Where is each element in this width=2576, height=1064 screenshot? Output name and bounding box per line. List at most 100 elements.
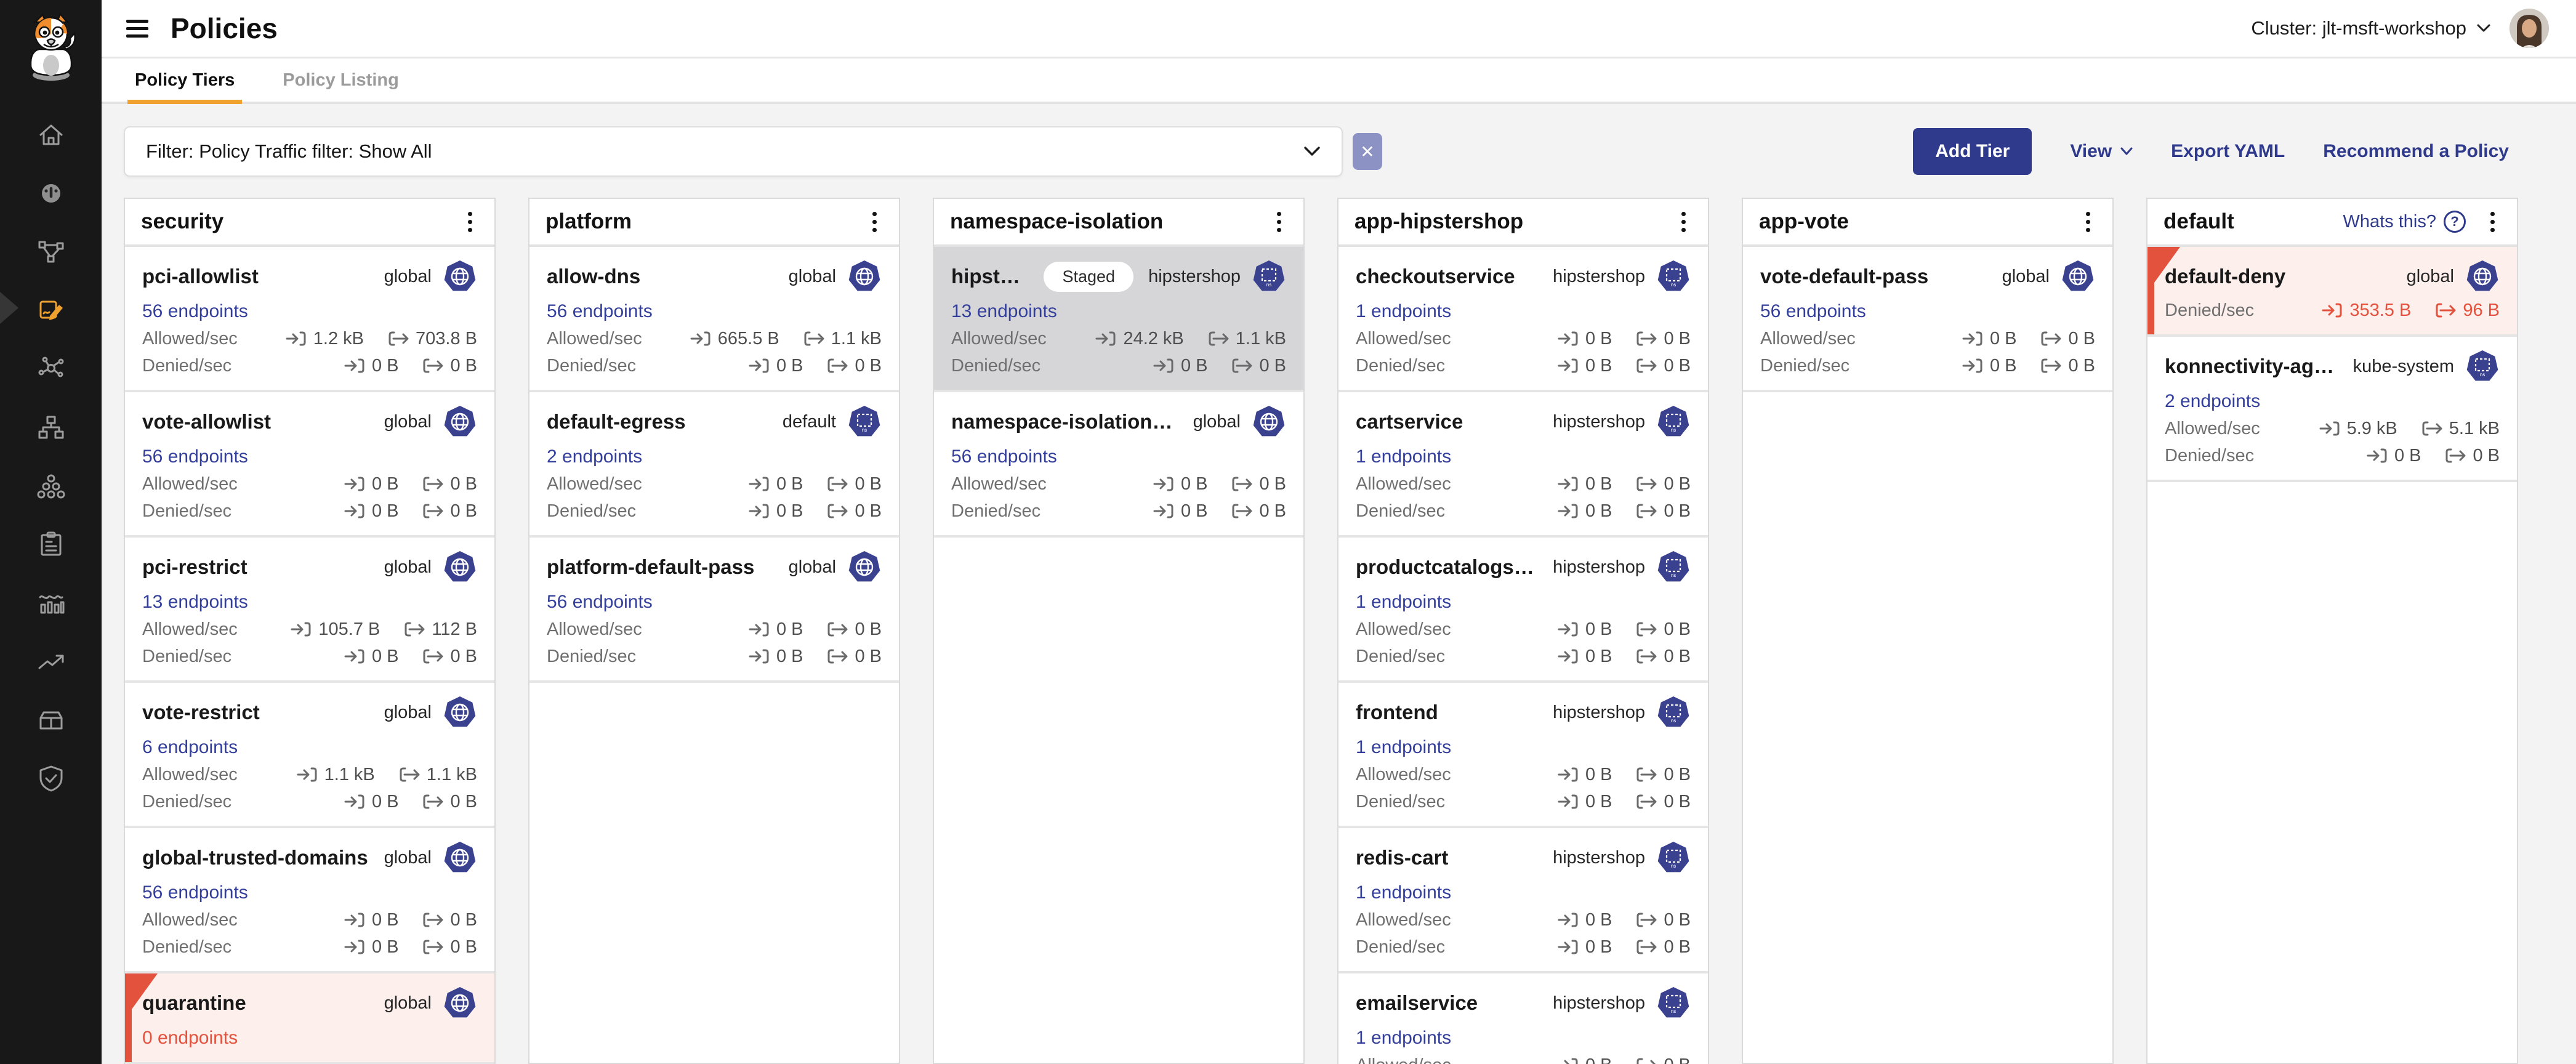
policy-card[interactable]: vote-allowlist global 56 endpoints Allow…	[125, 392, 494, 538]
egress-arrow-icon	[1635, 475, 1657, 493]
policy-card[interactable]: emailservice hipstershop ns 1 endpoints …	[1338, 973, 1708, 1064]
add-tier-button[interactable]: Add Tier	[1913, 128, 2032, 175]
endpoints-link[interactable]: 56 endpoints	[547, 592, 653, 613]
traffic-metric-row: Denied/sec 0 B 0 B	[142, 791, 477, 812]
endpoints-link[interactable]: 1 endpoints	[1356, 882, 1451, 903]
egress-value: 0 B	[2068, 329, 2095, 349]
user-avatar[interactable]	[2510, 9, 2549, 48]
policy-card[interactable]: cartservice hipstershop ns 1 endpoints A…	[1338, 392, 1708, 538]
sidebar-item-home[interactable]	[0, 105, 102, 164]
sidebar-item-packet-capture[interactable]	[0, 690, 102, 749]
sidebar-item-threat-defense[interactable]	[0, 749, 102, 807]
policy-card[interactable]: pci-restrict global 13 endpoints Allowed…	[125, 538, 494, 683]
cluster-selector[interactable]: Cluster: jlt-msft-workshop	[2251, 17, 2491, 39]
policy-card[interactable]: quarantine global 0 endpoints	[125, 973, 494, 1064]
endpoints-link[interactable]: 56 endpoints	[142, 882, 248, 903]
egress-value: 0 B	[855, 647, 882, 667]
policy-card[interactable]: pci-allowlist global 56 endpoints Allowe…	[125, 247, 494, 392]
metric-label: Allowed/sec	[2165, 419, 2260, 439]
policy-card[interactable]: konnectivity-agent kube-system ns 2 endp…	[2147, 337, 2517, 482]
clear-filter-button[interactable]: ✕	[1353, 133, 1382, 170]
policy-scope-label: global	[384, 848, 432, 868]
sidebar-item-compliance-reports[interactable]	[0, 515, 102, 573]
metric-label: Denied/sec	[547, 647, 636, 667]
endpoints-link[interactable]: 0 endpoints	[142, 1028, 238, 1049]
tier-menu-button[interactable]	[866, 208, 883, 236]
policy-card[interactable]: allow-dns global 56 endpoints Allowed/se…	[529, 247, 899, 392]
policy-name: productcatalogservice	[1356, 555, 1538, 579]
export-yaml-button[interactable]: Export YAML	[2171, 141, 2285, 162]
metric-label: Allowed/sec	[142, 474, 238, 494]
endpoints-link[interactable]: 13 endpoints	[142, 592, 248, 613]
view-menu-button[interactable]: View	[2070, 141, 2133, 162]
metric-label: Denied/sec	[2165, 300, 2254, 321]
endpoints-link[interactable]: 56 endpoints	[142, 446, 248, 467]
endpoints-link[interactable]: 56 endpoints	[142, 301, 248, 322]
egress-arrow-icon	[1635, 329, 1657, 348]
ingress-value: 0 B	[776, 501, 803, 522]
sidebar-item-network-sets[interactable]	[0, 339, 102, 398]
tier-menu-button[interactable]	[462, 208, 478, 236]
policy-card[interactable]: hipstershop-gh… Staged hipstershop ns 13…	[934, 247, 1303, 392]
policy-card[interactable]: productcatalogservice hipstershop ns 1 e…	[1338, 538, 1708, 683]
egress-value: 96 B	[2463, 300, 2500, 321]
sidebar-item-flow-logs[interactable]	[0, 573, 102, 632]
tier-menu-button[interactable]	[1675, 208, 1692, 236]
sidebar-item-policies[interactable]	[0, 281, 102, 339]
globe-badge-icon	[443, 550, 477, 584]
egress-value: 0 B	[450, 356, 477, 376]
metric-label: Denied/sec	[142, 647, 231, 667]
policy-card[interactable]: vote-restrict global 6 endpoints Allowed…	[125, 683, 494, 828]
endpoints-link[interactable]: 1 endpoints	[1356, 1028, 1451, 1049]
endpoints-link[interactable]: 56 endpoints	[547, 301, 653, 322]
endpoints-link[interactable]: 2 endpoints	[547, 446, 642, 467]
endpoints-link[interactable]: 2 endpoints	[2165, 391, 2260, 412]
cluster-label: Cluster: jlt-msft-workshop	[2251, 17, 2466, 39]
tier-menu-button[interactable]	[1271, 208, 1287, 236]
policy-card[interactable]: redis-cart hipstershop ns 1 endpoints Al…	[1338, 828, 1708, 973]
traffic-metric-row: Denied/sec 0 B 0 B	[1356, 791, 1691, 812]
policy-card[interactable]: checkoutservice hipstershop ns 1 endpoin…	[1338, 247, 1708, 392]
threat-defense-icon	[36, 764, 66, 793]
tier-whats-this-link[interactable]: Whats this? ?	[2343, 211, 2466, 233]
policy-scope-label: global	[384, 412, 432, 432]
endpoints-link[interactable]: 1 endpoints	[1356, 301, 1451, 322]
sidebar	[0, 0, 102, 1064]
tab-policy-listing[interactable]: Policy Listing	[275, 58, 406, 102]
tier-name: app-vote	[1759, 209, 1849, 234]
recommend-policy-button[interactable]: Recommend a Policy	[2323, 141, 2509, 162]
policy-card[interactable]: default-egress default ns 2 endpoints Al…	[529, 392, 899, 538]
tier-menu-button[interactable]	[2484, 208, 2501, 236]
tier-menu-button[interactable]	[2080, 208, 2096, 236]
endpoints-link[interactable]: 1 endpoints	[1356, 737, 1451, 758]
endpoints-link[interactable]: 1 endpoints	[1356, 592, 1451, 613]
traffic-filter-select[interactable]: Filter: Policy Traffic filter: Show All	[124, 126, 1343, 177]
policy-card[interactable]: namespace-isolation-default-p… global 56…	[934, 392, 1303, 538]
hamburger-menu-icon[interactable]	[126, 20, 148, 38]
endpoints-link[interactable]: 1 endpoints	[1356, 446, 1451, 467]
sidebar-item-service-graph[interactable]	[0, 222, 102, 281]
endpoints-link[interactable]: 13 endpoints	[951, 301, 1057, 322]
policy-card[interactable]: default-deny global Denied/sec 353.5 B 9…	[2147, 247, 2517, 337]
endpoints-icon	[36, 413, 66, 442]
sidebar-item-workloads[interactable]	[0, 456, 102, 515]
metric-label: Denied/sec	[142, 937, 231, 957]
top-header: Policies Cluster: jlt-msft-workshop	[102, 0, 2576, 57]
tab-policy-tiers[interactable]: Policy Tiers	[127, 58, 242, 102]
policy-card[interactable]: frontend hipstershop ns 1 endpoints Allo…	[1338, 683, 1708, 828]
endpoints-link[interactable]: 56 endpoints	[1760, 301, 1866, 322]
ingress-arrow-icon	[690, 329, 712, 348]
ingress-arrow-icon	[344, 938, 366, 956]
staged-badge: Staged	[1044, 262, 1133, 292]
sidebar-item-endpoints[interactable]	[0, 398, 102, 456]
policy-card[interactable]: vote-default-pass global 56 endpoints Al…	[1743, 247, 2112, 392]
policy-card[interactable]: platform-default-pass global 56 endpoint…	[529, 538, 899, 683]
policy-name: checkoutservice	[1356, 265, 1515, 288]
egress-value: 0 B	[1664, 910, 1691, 930]
sidebar-item-dashboard[interactable]	[0, 164, 102, 222]
egress-value: 0 B	[1259, 474, 1286, 494]
sidebar-item-activity[interactable]	[0, 632, 102, 690]
endpoints-link[interactable]: 56 endpoints	[951, 446, 1057, 467]
policy-card[interactable]: global-trusted-domains global 56 endpoin…	[125, 828, 494, 973]
endpoints-link[interactable]: 6 endpoints	[142, 737, 238, 758]
